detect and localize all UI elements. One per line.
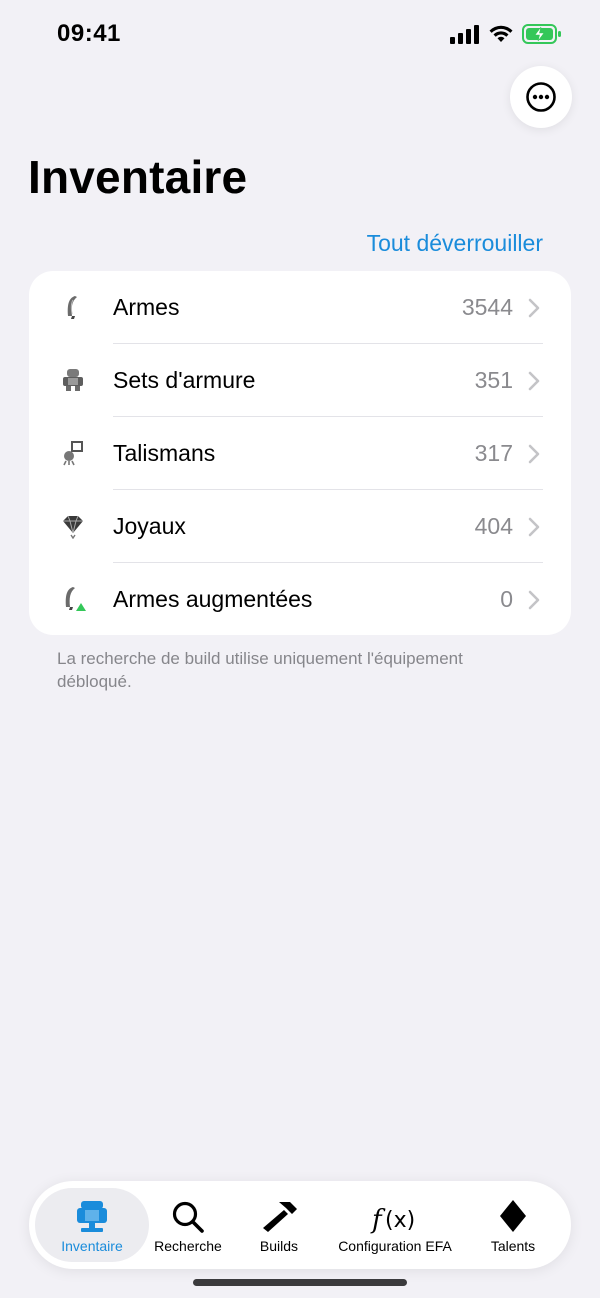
list-item-armes-augmentees[interactable]: Armes augmentées 0	[29, 563, 571, 635]
gem-icon	[59, 512, 87, 540]
search-icon	[171, 1194, 205, 1234]
tab-configuration-efa[interactable]: f (x) Configuration EFA	[327, 1188, 463, 1262]
tab-talents[interactable]: Talents	[475, 1188, 551, 1262]
chevron-right-icon	[528, 298, 540, 318]
wifi-icon	[489, 25, 513, 42]
tab-bar: Inventaire Recherche Builds f (x) Config…	[29, 1181, 571, 1269]
row-label: Joyaux	[113, 513, 186, 539]
armor-icon	[59, 366, 87, 394]
row-count: 3544	[461, 294, 513, 320]
tab-label: Recherche	[154, 1238, 222, 1254]
tab-label: Talents	[490, 1238, 536, 1254]
page-title: Inventaire	[28, 151, 248, 203]
inventory-icon	[73, 1194, 111, 1234]
row-label: Talismans	[113, 440, 216, 466]
row-count: 404	[474, 513, 513, 539]
tab-builds[interactable]: Builds	[241, 1188, 317, 1262]
row-label: Armes	[113, 294, 180, 320]
more-button[interactable]	[510, 66, 572, 128]
upgraded-weapon-icon	[59, 585, 87, 613]
status-icons	[450, 24, 562, 44]
chevron-right-icon	[528, 371, 540, 391]
row-label: Sets d'armure	[113, 367, 256, 393]
talisman-icon	[59, 439, 87, 467]
footnote: La recherche de build utilise uniquement…	[57, 649, 463, 691]
ellipsis-circle-icon	[526, 82, 556, 112]
list-item-sets-armure[interactable]: Sets d'armure 351	[29, 344, 571, 417]
status-time: 09:41	[57, 20, 121, 47]
tab-label: Configuration EFA	[338, 1238, 452, 1254]
unlock-all-button[interactable]: Tout déverrouiller	[367, 230, 543, 257]
list-item-joyaux[interactable]: Joyaux 404	[29, 490, 571, 563]
row-count: 0	[500, 586, 513, 612]
tab-label: Inventaire	[61, 1238, 123, 1254]
battery-charging-icon	[522, 24, 561, 44]
svg-text:f: f	[370, 1205, 386, 1234]
weapon-icon	[59, 293, 87, 321]
function-icon: f (x)	[370, 1194, 420, 1234]
chevron-right-icon	[528, 590, 540, 610]
chevron-right-icon	[528, 444, 540, 464]
tab-recherche[interactable]: Recherche	[149, 1188, 227, 1262]
hammer-icon	[259, 1194, 299, 1234]
home-indicator	[193, 1279, 407, 1286]
tab-label: Builds	[259, 1238, 299, 1254]
cellular-signal-icon	[450, 25, 479, 44]
list-item-talismans[interactable]: Talismans 317	[29, 417, 571, 490]
chevron-right-icon	[528, 517, 540, 537]
list-item-armes[interactable]: Armes 3544	[29, 271, 571, 344]
inventory-list: Armes 3544 Sets d'armure 351 Talismans 3…	[29, 271, 571, 635]
row-count: 351	[474, 367, 513, 393]
diamond-icon	[498, 1194, 528, 1234]
row-count: 317	[474, 440, 513, 466]
tab-inventaire[interactable]: Inventaire	[35, 1188, 149, 1262]
row-label: Armes augmentées	[113, 586, 313, 612]
status-bar: 09:41	[0, 0, 600, 70]
svg-text:(x): (x)	[385, 1208, 415, 1233]
screen: 09:41 Inventaire Tout déverrouiller Arme…	[0, 0, 600, 1298]
